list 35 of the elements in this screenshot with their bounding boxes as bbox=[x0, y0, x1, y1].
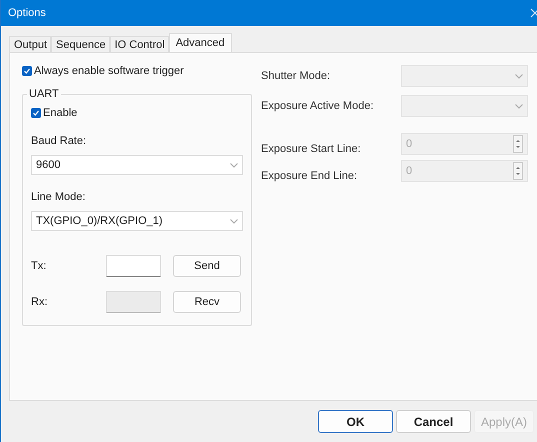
field-label: Baud Rate: bbox=[31, 135, 88, 147]
window-title: Options bbox=[8, 7, 46, 19]
input-field[interactable] bbox=[106, 255, 161, 277]
field-label: Exposure Start Line: bbox=[261, 143, 362, 155]
spin-value: 0 bbox=[406, 165, 412, 177]
tab[interactable]: Output bbox=[9, 36, 52, 52]
field-label: Exposure Active Mode: bbox=[261, 100, 375, 112]
field-label: Exposure End Line: bbox=[261, 170, 358, 182]
field-label: Shutter Mode: bbox=[261, 70, 332, 82]
field-label: Rx: bbox=[31, 296, 48, 308]
spin-arrows-icon bbox=[513, 162, 523, 180]
dropdown[interactable]: TX(GPIO_0)/RX(GPIO_1) bbox=[31, 211, 243, 231]
action-button[interactable]: Send bbox=[173, 255, 241, 277]
caret-icon bbox=[230, 162, 238, 168]
group-title: UART bbox=[27, 88, 61, 100]
tab[interactable]: Advanced bbox=[168, 33, 232, 52]
spin-arrows-icon bbox=[513, 135, 523, 153]
dropdown-value: 9600 bbox=[36, 159, 60, 171]
spin-value: 0 bbox=[406, 138, 412, 150]
tab[interactable]: IO Control bbox=[110, 36, 169, 52]
tab[interactable]: Sequence bbox=[51, 36, 110, 52]
checkbox[interactable] bbox=[22, 66, 32, 76]
dialog-button[interactable]: OK bbox=[318, 410, 393, 433]
field-label: Line Mode: bbox=[31, 191, 86, 203]
field-label: Tx: bbox=[31, 260, 48, 272]
close-icon[interactable] bbox=[530, 8, 537, 18]
dropdown[interactable]: 9600 bbox=[31, 155, 243, 175]
caret-icon bbox=[230, 218, 238, 224]
checkbox-label: Enable bbox=[43, 107, 78, 119]
dropdown-value: TX(GPIO_0)/RX(GPIO_1) bbox=[36, 215, 163, 227]
checkbox-label: Always enable software trigger bbox=[34, 65, 184, 77]
dialog-button[interactable]: Cancel bbox=[396, 410, 471, 433]
caret-icon bbox=[515, 74, 523, 78]
caret-icon bbox=[515, 104, 523, 108]
checkbox[interactable] bbox=[31, 108, 41, 118]
